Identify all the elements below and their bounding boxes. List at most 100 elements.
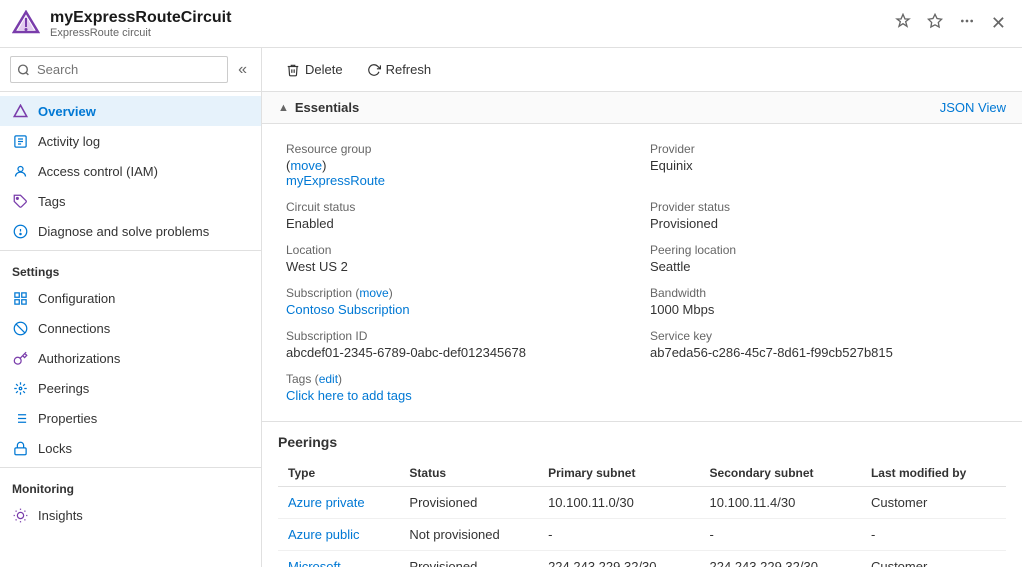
essentials-bandwidth: Bandwidth 1000 Mbps <box>642 280 1006 323</box>
activity-log-icon <box>12 133 28 149</box>
essentials-resource-group: Resource group (move)myExpressRoute <box>278 136 642 194</box>
col-header-last-modified: Last modified by <box>861 460 1006 487</box>
sidebar-item-peerings[interactable]: Peerings <box>0 373 261 403</box>
provider-value: Equinix <box>650 158 998 173</box>
peering-type-0: Azure private <box>278 487 399 519</box>
peerings-section: Peerings Type Status Primary subnet Seco… <box>262 422 1022 567</box>
sidebar-item-connections-label: Connections <box>38 321 110 336</box>
peerings-table-body: Azure private Provisioned 10.100.11.0/30… <box>278 487 1006 567</box>
access-control-icon <box>12 163 28 179</box>
sidebar-item-insights[interactable]: Insights <box>0 500 261 530</box>
provider-status-value: Provisioned <box>650 216 998 231</box>
peering-primary-2: 224.243.229.32/30 <box>538 551 699 567</box>
delete-label: Delete <box>305 62 343 77</box>
tags-icon <box>12 193 28 209</box>
essentials-grid: Resource group (move)myExpressRoute Prov… <box>262 124 1022 422</box>
essentials-empty <box>642 366 1006 409</box>
peering-secondary-0: 10.100.11.4/30 <box>700 487 861 519</box>
tags-add-link[interactable]: Click here to add tags <box>286 388 412 403</box>
tags-edit-link[interactable]: edit <box>319 372 338 386</box>
pin-button[interactable] <box>891 11 915 36</box>
peering-location-label: Peering location <box>650 243 998 257</box>
bandwidth-value: 1000 Mbps <box>650 302 998 317</box>
refresh-label: Refresh <box>386 62 432 77</box>
sidebar-collapse-button[interactable]: « <box>234 57 251 83</box>
peering-primary-1: - <box>538 519 699 551</box>
col-header-primary-subnet: Primary subnet <box>538 460 699 487</box>
insights-icon <box>12 507 28 523</box>
tags-label: Tags (edit) <box>286 372 634 386</box>
peerings-table-header-row: Type Status Primary subnet Secondary sub… <box>278 460 1006 487</box>
subscription-move-link[interactable]: move <box>359 286 388 300</box>
nav-divider-1 <box>0 250 261 251</box>
sidebar-item-overview-label: Overview <box>38 104 96 119</box>
sidebar-item-access-control[interactable]: Access control (IAM) <box>0 156 261 186</box>
subscription-label: Subscription (move) <box>286 286 634 300</box>
col-header-secondary-subnet: Secondary subnet <box>700 460 861 487</box>
json-view-link[interactable]: JSON View <box>940 100 1006 115</box>
peerings-icon <box>12 380 28 396</box>
settings-section-title: Settings <box>0 255 261 283</box>
resource-group-move-link[interactable]: move <box>290 158 322 173</box>
sidebar-item-diagnose-label: Diagnose and solve problems <box>38 224 209 239</box>
subscription-value: Contoso Subscription <box>286 302 634 317</box>
more-button[interactable] <box>955 11 979 36</box>
refresh-button[interactable]: Refresh <box>359 58 440 81</box>
close-button[interactable]: ✕ <box>987 11 1010 36</box>
peering-type-1: Azure public <box>278 519 399 551</box>
sidebar-nav: Overview Activity log Access control (IA… <box>0 92 261 567</box>
essentials-title: Essentials <box>295 100 359 115</box>
resource-group-link[interactable]: myExpressRoute <box>286 173 385 188</box>
sidebar-item-authorizations-label: Authorizations <box>38 351 120 366</box>
sidebar-item-overview[interactable]: Overview <box>0 96 261 126</box>
col-header-status: Status <box>399 460 538 487</box>
refresh-icon <box>367 63 381 77</box>
provider-label: Provider <box>650 142 998 156</box>
sidebar-item-tags-label: Tags <box>38 194 65 209</box>
sidebar-item-connections[interactable]: Connections <box>0 313 261 343</box>
sidebar-item-configuration[interactable]: Configuration <box>0 283 261 313</box>
essentials-location: Location West US 2 <box>278 237 642 280</box>
service-key-label: Service key <box>650 329 998 343</box>
delete-button[interactable]: Delete <box>278 58 351 81</box>
sidebar-item-activity-log[interactable]: Activity log <box>0 126 261 156</box>
essentials-service-key: Service key ab7eda56-c286-45c7-8d61-f99c… <box>642 323 1006 366</box>
location-label: Location <box>286 243 634 257</box>
table-row: Microsoft Provisioned 224.243.229.32/30 … <box>278 551 1006 567</box>
sidebar-item-configuration-label: Configuration <box>38 291 115 306</box>
title-bar-text: myExpressRouteCircuit ExpressRoute circu… <box>50 9 891 39</box>
subscription-id-value: abcdef01-2345-6789-0abc-def012345678 <box>286 345 634 360</box>
app-subtitle: ExpressRoute circuit <box>50 27 891 39</box>
sidebar-item-properties[interactable]: Properties <box>0 403 261 433</box>
search-input[interactable] <box>10 56 228 83</box>
col-header-type: Type <box>278 460 399 487</box>
peering-status-2: Provisioned <box>399 551 538 567</box>
sidebar-item-tags[interactable]: Tags <box>0 186 261 216</box>
connections-icon <box>12 320 28 336</box>
circuit-status-value: Enabled <box>286 216 634 231</box>
monitoring-section-title: Monitoring <box>0 472 261 500</box>
favorite-button[interactable] <box>923 11 947 36</box>
sidebar-item-locks-label: Locks <box>38 441 72 456</box>
essentials-header-left: ▲ Essentials <box>278 100 359 115</box>
essentials-peering-location: Peering location Seattle <box>642 237 1006 280</box>
sidebar-item-authorizations[interactable]: Authorizations <box>0 343 261 373</box>
properties-icon <box>12 410 28 426</box>
essentials-provider: Provider Equinix <box>642 136 1006 194</box>
sidebar: « Overview Activity log <box>0 48 262 567</box>
expressroute-icon <box>12 10 40 38</box>
bandwidth-label: Bandwidth <box>650 286 998 300</box>
subscription-link[interactable]: Contoso Subscription <box>286 302 410 317</box>
overview-icon <box>12 103 28 119</box>
peerings-table-head: Type Status Primary subnet Secondary sub… <box>278 460 1006 487</box>
peering-secondary-1: - <box>700 519 861 551</box>
authorizations-icon <box>12 350 28 366</box>
tags-value: Click here to add tags <box>286 388 634 403</box>
peering-secondary-2: 224.243.229.32/30 <box>700 551 861 567</box>
sidebar-item-diagnose[interactable]: Diagnose and solve problems <box>0 216 261 246</box>
sidebar-item-locks[interactable]: Locks <box>0 433 261 463</box>
sidebar-item-insights-label: Insights <box>38 508 83 523</box>
peering-location-value: Seattle <box>650 259 998 274</box>
peering-primary-0: 10.100.11.0/30 <box>538 487 699 519</box>
circuit-status-label: Circuit status <box>286 200 634 214</box>
